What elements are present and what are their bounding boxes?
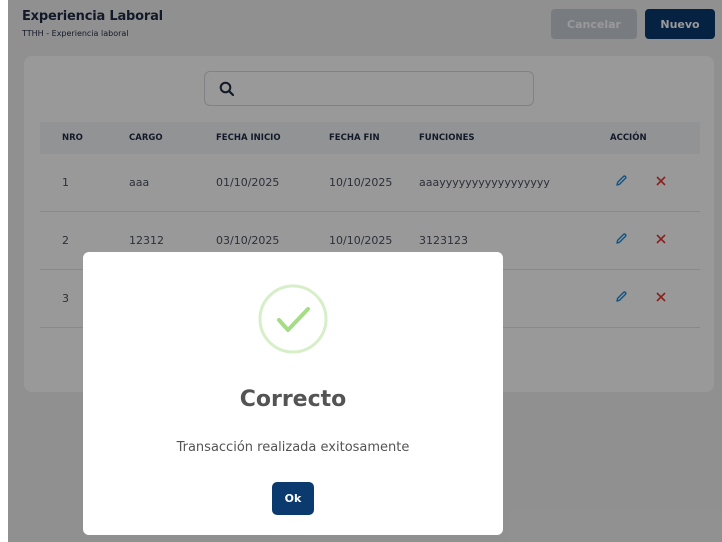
app-window: Experiencia Laboral TTHH - Experiencia l… [8, 0, 722, 542]
check-circle-icon [258, 284, 328, 354]
dialog-title: Correcto [239, 387, 347, 412]
ok-button[interactable]: Ok [272, 482, 314, 515]
dialog-message: Transacción realizada exitosamente [176, 440, 410, 455]
success-dialog: Correcto Transacción realizada exitosame… [83, 252, 503, 535]
